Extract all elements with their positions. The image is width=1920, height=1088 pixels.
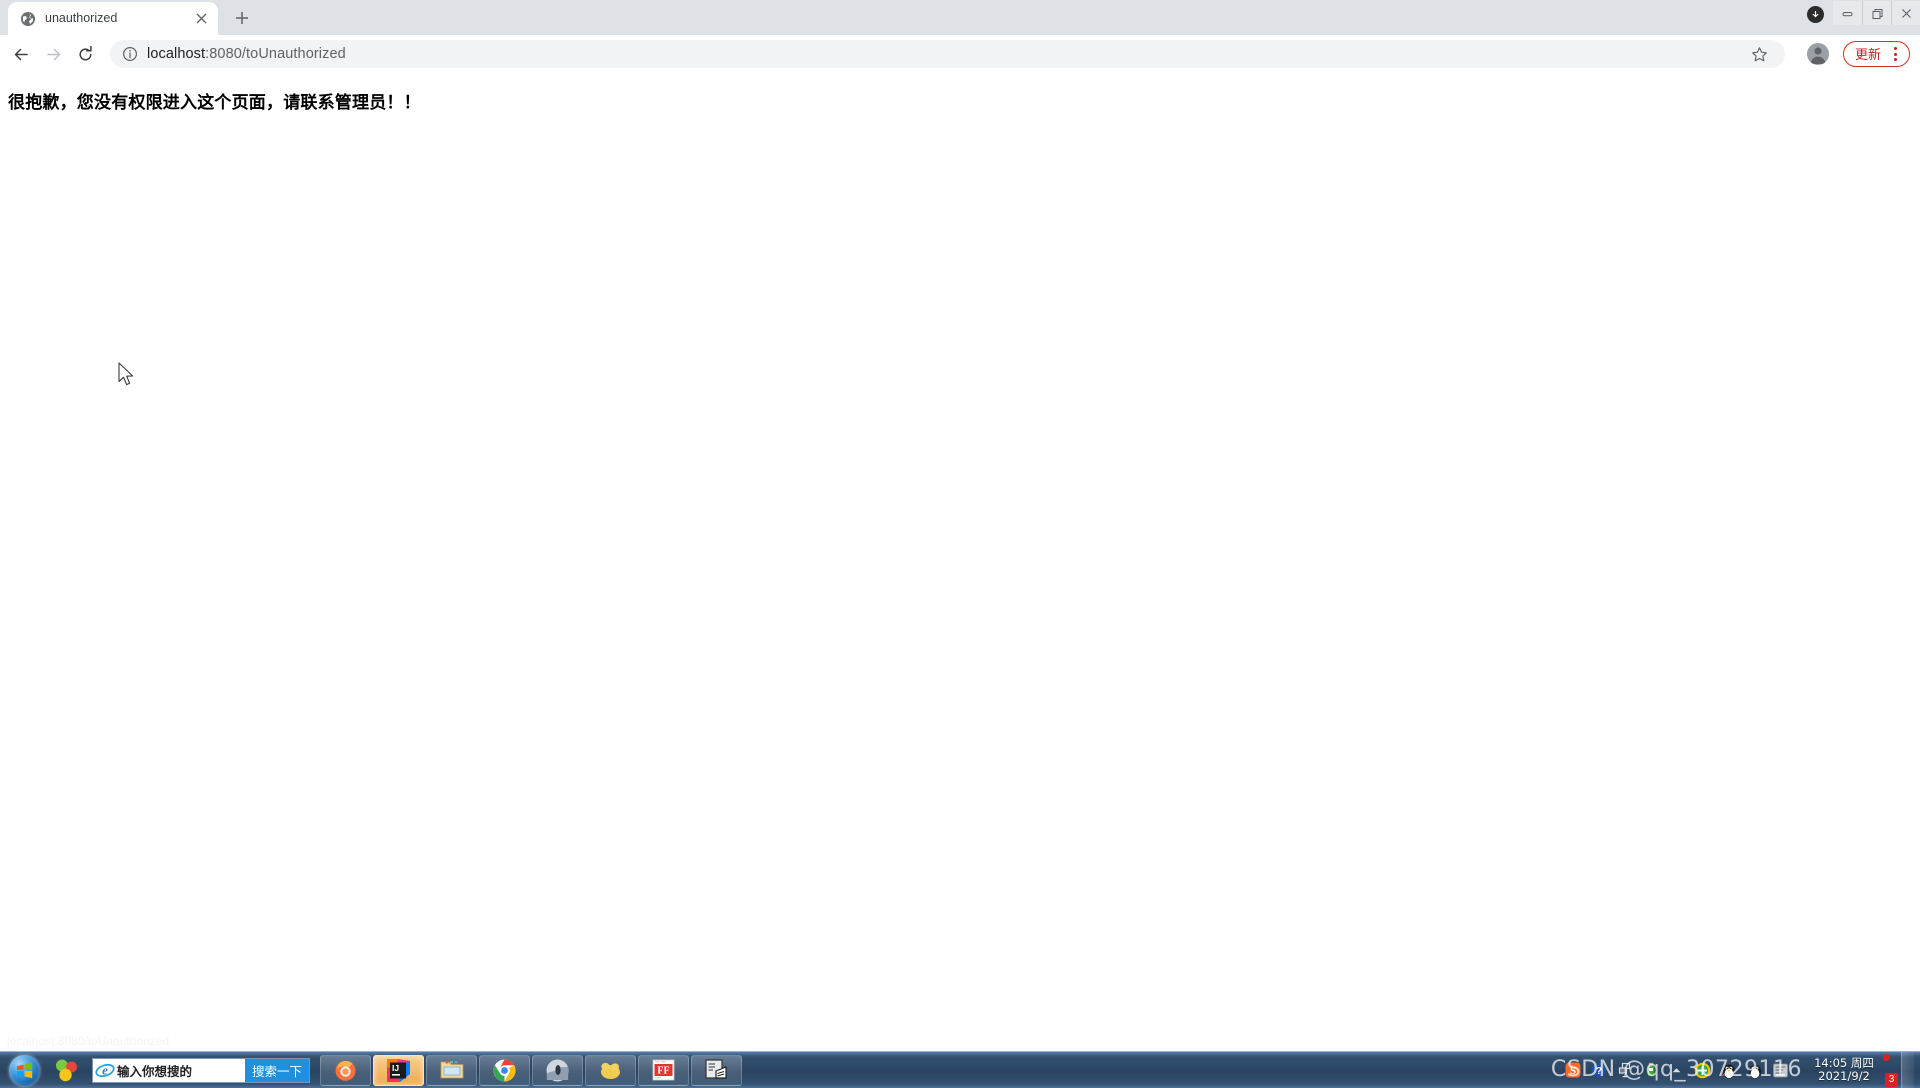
- update-label: 更新: [1854, 46, 1881, 62]
- download-indicator-icon[interactable]: [1807, 6, 1824, 23]
- taskbar-item-google-chrome[interactable]: [479, 1054, 531, 1086]
- avatar-icon: [1806, 43, 1829, 65]
- windows-start-orb-icon: [8, 1054, 40, 1086]
- url-host: localhost: [147, 46, 206, 62]
- new-tab-button[interactable]: [228, 4, 256, 32]
- search-input[interactable]: 输入你想搜的: [117, 1061, 245, 1080]
- svg-text:e: e: [102, 1063, 108, 1078]
- tab-title: unauthorized: [45, 12, 118, 25]
- svg-text:?: ?: [1595, 1065, 1601, 1077]
- system-tray: S ? 3 14:05 周四 2021/9/2: [1564, 1051, 1920, 1088]
- back-arrow-icon[interactable]: [6, 39, 36, 69]
- internet-explorer-icon: e: [93, 1059, 117, 1082]
- reload-icon[interactable]: [70, 39, 100, 69]
- info-circle-icon[interactable]: [122, 46, 138, 62]
- sogou-taskbar-icon[interactable]: [46, 1053, 86, 1088]
- qq-penguin-icon[interactable]: [1720, 1062, 1737, 1079]
- taskbar-item-file-explorer[interactable]: [426, 1054, 478, 1086]
- tab-unauthorized[interactable]: unauthorized: [8, 2, 218, 35]
- windows-taskbar: e 输入你想搜的 搜索一下 IJ FF S ? 3 14:05 周四 2021/…: [0, 1051, 1920, 1088]
- usb-drive-icon[interactable]: [1642, 1062, 1659, 1079]
- minimize-icon[interactable]: [1833, 1, 1862, 25]
- profile-avatar-button[interactable]: [1805, 41, 1831, 67]
- tab-strip: unauthorized: [0, 0, 1920, 35]
- sogou-input-icon[interactable]: S: [1564, 1062, 1581, 1079]
- close-window-icon[interactable]: [1891, 1, 1920, 25]
- url-text: localhost:8080/toUnauthorized: [147, 46, 1738, 62]
- status-link-preview: localhost:8080/toUnauthorized: [0, 1032, 178, 1051]
- taskbar-item-firefox[interactable]: [320, 1054, 372, 1086]
- chrome-browser-window: unauthorized localhost:8080/toUnauthoriz…: [0, 0, 1920, 1051]
- page-viewport: 很抱歉，您没有权限进入这个页面，请联系管理员！！ localhost:8080/…: [0, 73, 1920, 1051]
- taskbar-item-intellij-idea[interactable]: IJ: [373, 1054, 425, 1086]
- ie-search-box[interactable]: e 输入你想搜的 搜索一下: [92, 1057, 311, 1083]
- taskbar-clock[interactable]: 14:05 周四 2021/9/2: [1798, 1057, 1890, 1083]
- show-desktop-button[interactable]: [1901, 1051, 1914, 1088]
- svg-text:FF: FF: [657, 1066, 669, 1077]
- notification-app-icon[interactable]: [1772, 1062, 1789, 1079]
- network-icon[interactable]: [1616, 1062, 1633, 1079]
- close-icon[interactable]: [192, 10, 210, 28]
- notification-dot: [1883, 1053, 1890, 1061]
- svg-text:S: S: [1569, 1065, 1575, 1077]
- unauthorized-message: 很抱歉，您没有权限进入这个页面，请联系管理员！！: [8, 93, 421, 113]
- window-controls: [1833, 0, 1920, 26]
- taskbar-item-photo-viewer[interactable]: [532, 1054, 584, 1086]
- mouse-cursor: [118, 362, 138, 390]
- taskbar-item-flashfxp[interactable]: FF: [638, 1054, 690, 1086]
- qq-penguin-2-icon[interactable]: [1746, 1062, 1763, 1079]
- show-hidden-icons-icon[interactable]: [1668, 1062, 1685, 1079]
- clock-date: 2021/9/2: [1818, 1069, 1870, 1083]
- update-button[interactable]: 更新: [1842, 41, 1910, 67]
- star-icon[interactable]: [1747, 41, 1773, 67]
- taskbar-app-buttons: IJ FF: [320, 1054, 743, 1086]
- help-icon[interactable]: ?: [1590, 1062, 1607, 1079]
- notification-badge: 3: [1885, 1072, 1898, 1087]
- address-bar[interactable]: localhost:8080/toUnauthorized: [110, 40, 1785, 68]
- taskbar-item-editor-app[interactable]: [691, 1054, 743, 1086]
- browser-toolbar: localhost:8080/toUnauthorized 更新: [0, 35, 1920, 73]
- security-360-icon[interactable]: [1694, 1062, 1711, 1079]
- taskbar-item-yellow-app[interactable]: [585, 1054, 637, 1086]
- forward-arrow-icon[interactable]: [38, 39, 68, 69]
- start-button[interactable]: [2, 1053, 46, 1088]
- globe-icon: [20, 11, 36, 27]
- screen-root: unauthorized localhost:8080/toUnauthoriz…: [0, 0, 1920, 1088]
- kebab-menu-icon[interactable]: [1885, 43, 1905, 65]
- svg-text:IJ: IJ: [392, 1063, 399, 1073]
- search-submit-button[interactable]: 搜索一下: [245, 1058, 310, 1082]
- url-path: :8080/toUnauthorized: [205, 46, 346, 62]
- restore-icon[interactable]: [1862, 1, 1891, 25]
